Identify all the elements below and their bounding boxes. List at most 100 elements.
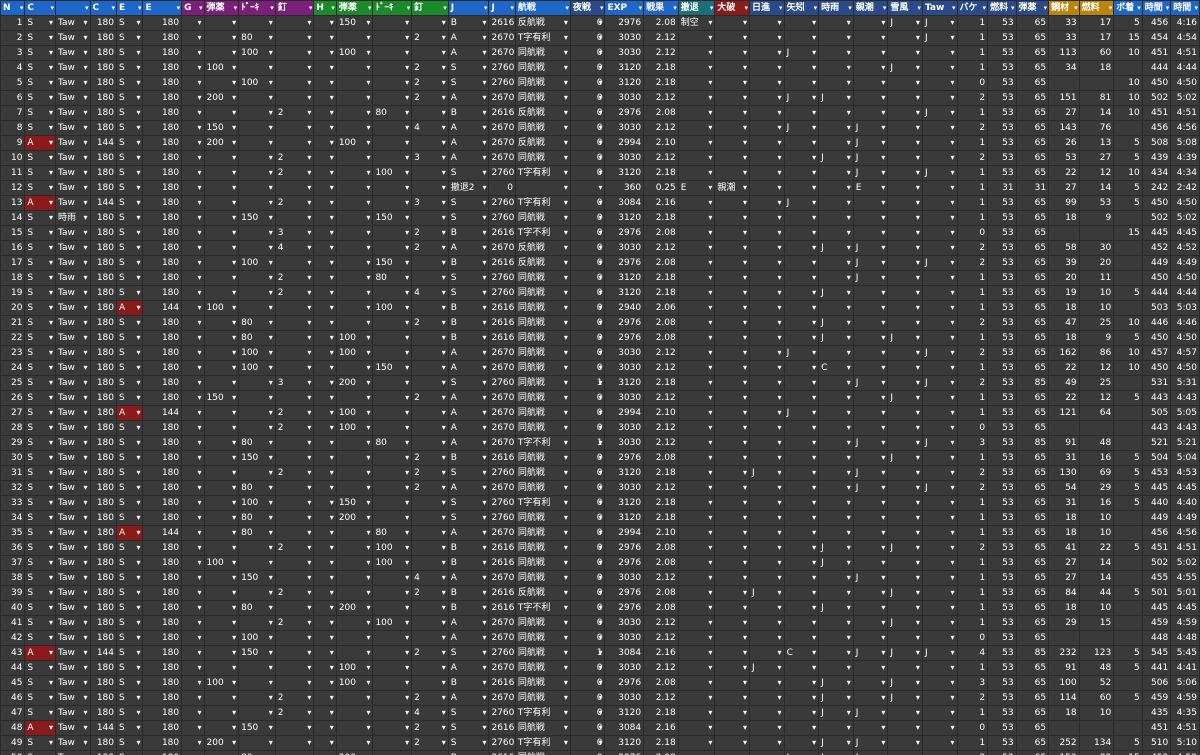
cell[interactable] bbox=[852, 630, 889, 646]
cell[interactable] bbox=[887, 630, 923, 646]
cell[interactable] bbox=[313, 75, 337, 91]
cell[interactable] bbox=[887, 705, 923, 721]
cell[interactable] bbox=[238, 465, 276, 481]
cell[interactable]: S bbox=[115, 690, 144, 706]
cell[interactable] bbox=[313, 735, 337, 751]
cell[interactable] bbox=[313, 270, 337, 286]
cell[interactable] bbox=[677, 465, 716, 481]
cell[interactable]: 制空 bbox=[677, 15, 716, 31]
cell[interactable] bbox=[274, 555, 315, 571]
cell[interactable] bbox=[313, 315, 337, 331]
cell[interactable] bbox=[818, 255, 854, 271]
cell[interactable] bbox=[714, 270, 750, 286]
cell[interactable]: J bbox=[783, 750, 820, 755]
cell[interactable] bbox=[372, 135, 413, 151]
cell[interactable]: 0 bbox=[569, 30, 606, 46]
cell[interactable]: S bbox=[447, 285, 490, 301]
column-header[interactable]: 航戦 ▾ bbox=[514, 0, 571, 16]
cell[interactable] bbox=[274, 120, 315, 136]
cell[interactable] bbox=[313, 420, 337, 436]
cell[interactable] bbox=[238, 705, 276, 721]
cell[interactable] bbox=[818, 60, 854, 76]
cell[interactable] bbox=[411, 360, 449, 376]
cell[interactable]: S bbox=[115, 750, 144, 755]
cell[interactable]: 同航戦 bbox=[514, 540, 571, 556]
column-header[interactable]: 雪風 ▾ bbox=[887, 0, 923, 16]
cell[interactable] bbox=[372, 675, 413, 691]
cell[interactable] bbox=[181, 480, 205, 496]
cell[interactable]: S bbox=[24, 165, 56, 181]
cell[interactable]: 100 bbox=[335, 135, 374, 151]
cell[interactable]: J bbox=[887, 690, 923, 706]
cell[interactable] bbox=[714, 390, 750, 406]
cell[interactable] bbox=[748, 165, 785, 181]
cell[interactable]: A bbox=[447, 240, 490, 256]
cell[interactable] bbox=[411, 180, 449, 196]
cell[interactable] bbox=[411, 270, 449, 286]
cell[interactable] bbox=[411, 600, 449, 616]
cell[interactable] bbox=[411, 435, 449, 451]
cell[interactable] bbox=[852, 675, 889, 691]
cell[interactable] bbox=[748, 30, 785, 46]
cell[interactable]: S bbox=[115, 315, 144, 331]
cell[interactable] bbox=[748, 525, 785, 541]
cell[interactable] bbox=[372, 450, 413, 466]
filter-icon[interactable]: ▾ bbox=[111, 2, 115, 15]
cell[interactable] bbox=[677, 165, 716, 181]
cell[interactable] bbox=[887, 180, 923, 196]
cell[interactable] bbox=[677, 750, 716, 755]
cell[interactable] bbox=[411, 300, 449, 316]
cell[interactable] bbox=[887, 660, 923, 676]
cell[interactable] bbox=[677, 690, 716, 706]
cell[interactable]: 4 bbox=[411, 285, 449, 301]
cell[interactable] bbox=[677, 330, 716, 346]
cell[interactable] bbox=[818, 645, 854, 661]
cell[interactable]: Taw bbox=[54, 660, 91, 676]
cell[interactable]: S bbox=[115, 600, 144, 616]
cell[interactable]: Taw bbox=[54, 180, 91, 196]
cell[interactable]: 0 bbox=[569, 510, 606, 526]
cell[interactable]: 同航戦 bbox=[514, 315, 571, 331]
cell[interactable]: 2 bbox=[274, 465, 315, 481]
cell[interactable] bbox=[181, 660, 205, 676]
cell[interactable]: 0 bbox=[569, 270, 606, 286]
cell[interactable]: J bbox=[887, 390, 923, 406]
cell[interactable] bbox=[411, 45, 449, 61]
cell[interactable]: A bbox=[447, 150, 490, 166]
cell[interactable] bbox=[238, 420, 276, 436]
cell[interactable]: S bbox=[24, 525, 56, 541]
cell[interactable]: Taw bbox=[54, 345, 91, 361]
cell[interactable]: J bbox=[852, 705, 889, 721]
cell[interactable] bbox=[783, 525, 820, 541]
cell[interactable]: B bbox=[447, 315, 490, 331]
cell[interactable] bbox=[203, 255, 240, 271]
cell[interactable] bbox=[335, 150, 374, 166]
cell[interactable]: J bbox=[783, 90, 820, 106]
column-header[interactable]: 日進 ▾ bbox=[748, 0, 785, 16]
cell[interactable] bbox=[748, 675, 785, 691]
cell[interactable] bbox=[887, 465, 923, 481]
cell[interactable]: 同航戦 bbox=[514, 510, 571, 526]
cell[interactable] bbox=[818, 570, 854, 586]
cell[interactable] bbox=[335, 480, 374, 496]
cell[interactable]: Taw bbox=[54, 750, 91, 755]
cell[interactable]: Taw bbox=[54, 240, 91, 256]
cell[interactable] bbox=[274, 315, 315, 331]
cell[interactable] bbox=[203, 150, 240, 166]
cell[interactable] bbox=[714, 630, 750, 646]
cell[interactable] bbox=[748, 60, 785, 76]
cell[interactable] bbox=[887, 435, 923, 451]
cell[interactable] bbox=[335, 180, 374, 196]
cell[interactable]: B bbox=[447, 330, 490, 346]
cell[interactable] bbox=[818, 180, 854, 196]
cell[interactable] bbox=[677, 450, 716, 466]
cell[interactable] bbox=[887, 315, 923, 331]
cell[interactable]: S bbox=[115, 495, 144, 511]
cell[interactable] bbox=[372, 345, 413, 361]
cell[interactable]: Taw bbox=[54, 75, 91, 91]
cell[interactable]: 80 bbox=[238, 600, 276, 616]
cell[interactable] bbox=[783, 15, 820, 31]
cell[interactable]: S bbox=[115, 540, 144, 556]
cell[interactable] bbox=[714, 150, 750, 166]
cell[interactable]: J bbox=[818, 705, 854, 721]
